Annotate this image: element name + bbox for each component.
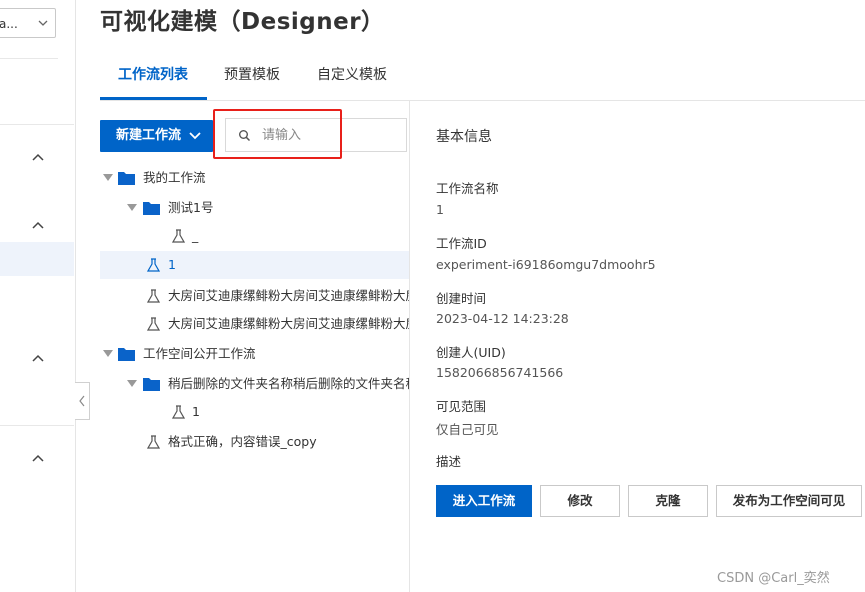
caret-down-icon (103, 174, 113, 181)
clone-button[interactable]: 克隆 (628, 485, 708, 517)
tree-workflow-item[interactable]: _ (100, 222, 409, 250)
tree-folder-to-delete[interactable]: 稍后删除的文件夹名称稍后删除的文件夹名称 (100, 370, 409, 398)
edit-button[interactable]: 修改 (540, 485, 620, 517)
tree-workflow-item[interactable]: 大房间艾迪康缧鲱粉大房间艾迪康缧鲱粉大房 (100, 310, 409, 338)
collapse-sidebar-handle[interactable] (75, 382, 90, 420)
nav-divider (0, 58, 58, 59)
tree-label: 稍后删除的文件夹名称稍后删除的文件夹名称 (168, 376, 409, 391)
tree-label: _ (192, 228, 199, 243)
tree-label: 测试1号 (168, 200, 214, 215)
folder-icon (118, 172, 135, 185)
field-label-visibility: 可见范围 (436, 399, 487, 414)
tree-folder-my-workflows[interactable]: 我的工作流 (100, 164, 409, 192)
tree-folder-test[interactable]: 测试1号 (100, 194, 409, 222)
caret-down-icon (127, 204, 137, 211)
flask-icon (147, 317, 160, 331)
chevron-down-icon (189, 132, 201, 140)
field-label-creator: 创建人(UID) (436, 345, 506, 360)
field-value-id: experiment-i69186omgu7dmoohr5 (436, 257, 656, 272)
nav-divider (0, 425, 74, 426)
tree-label: 工作空间公开工作流 (143, 346, 256, 361)
workspace-select[interactable]: a... (0, 8, 56, 38)
workspace-select-value: a... (0, 17, 18, 31)
tree-workflow-item[interactable]: 1 (100, 398, 409, 426)
new-workflow-button[interactable]: 新建工作流 (100, 120, 213, 152)
chevron-up-icon[interactable] (31, 353, 45, 363)
tab-preset-templates[interactable]: 预置模板 (224, 64, 280, 84)
left-nav (0, 0, 76, 592)
field-value-creator: 1582066856741566 (436, 365, 564, 380)
info-heading: 基本信息 (436, 129, 492, 145)
publish-button[interactable]: 发布为工作空间可见 (716, 485, 862, 517)
tree-label: 1 (168, 257, 176, 272)
flask-icon (147, 258, 160, 272)
highlight-annotation-box (213, 109, 342, 159)
tree-label: 大房间艾迪康缧鲱粉大房间艾迪康缧鲱粉大房 (168, 288, 409, 303)
folder-icon (143, 202, 160, 215)
flask-icon (147, 435, 160, 449)
caret-down-icon (103, 350, 113, 357)
tree-label: 我的工作流 (143, 170, 206, 185)
field-label-name: 工作流名称 (436, 181, 499, 196)
field-label-description: 描述 (436, 454, 462, 469)
tree-label: 大房间艾迪康缧鲱粉大房间艾迪康缧鲱粉大房 (168, 316, 409, 331)
tree-workflow-item[interactable]: 大房间艾迪康缧鲱粉大房间艾迪康缧鲱粉大房 (100, 282, 409, 310)
watermark: CSDN @Carl_奕然 (717, 571, 830, 586)
flask-icon (147, 289, 160, 303)
caret-down-icon (127, 380, 137, 387)
flask-icon (172, 405, 185, 419)
nav-active-item[interactable] (0, 242, 74, 276)
new-workflow-label: 新建工作流 (116, 128, 182, 143)
chevron-up-icon[interactable] (31, 453, 45, 463)
chevron-left-icon (79, 395, 85, 407)
flask-icon (172, 229, 185, 243)
tree-workflow-item-selected[interactable]: 1 (100, 251, 409, 279)
field-value-created-time: 2023-04-12 14:23:28 (436, 311, 569, 326)
chevron-up-icon[interactable] (31, 220, 45, 230)
field-value-name: 1 (436, 202, 444, 217)
tab-workflow-list[interactable]: 工作流列表 (118, 64, 188, 84)
folder-icon (143, 378, 160, 391)
tree-label: 格式正确，内容错误_copy (168, 434, 317, 449)
tabs-divider (100, 100, 865, 101)
tree-label: 1 (192, 404, 200, 419)
enter-workflow-button[interactable]: 进入工作流 (436, 485, 532, 517)
chevron-down-icon (38, 20, 48, 26)
panel-divider (409, 101, 410, 592)
chevron-up-icon[interactable] (31, 152, 45, 162)
page-title: 可视化建模（Designer） (100, 9, 385, 35)
folder-icon (118, 348, 135, 361)
field-value-visibility: 仅自己可见 (436, 422, 499, 437)
tree-workflow-item[interactable]: 格式正确，内容错误_copy (100, 428, 409, 456)
field-label-created-time: 创建时间 (436, 291, 487, 306)
nav-divider (0, 124, 74, 125)
field-label-id: 工作流ID (436, 236, 487, 251)
tab-custom-templates[interactable]: 自定义模板 (317, 64, 387, 84)
workflow-tree: 我的工作流 测试1号 _ 1 大房间艾迪康缧鲱粉大房间艾迪康缧鲱粉大房 大房间艾… (100, 164, 409, 464)
tree-folder-public-workflows[interactable]: 工作空间公开工作流 (100, 340, 409, 368)
